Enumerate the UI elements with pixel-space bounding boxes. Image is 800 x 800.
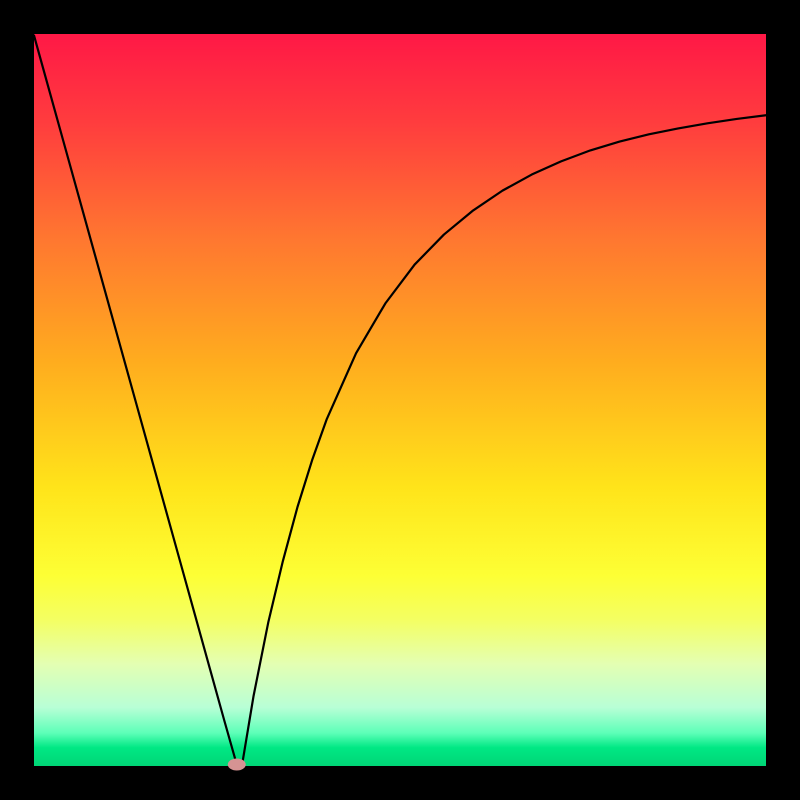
optimal-point-marker bbox=[228, 759, 246, 771]
chart-container: TheBottleneck.com bbox=[0, 0, 800, 800]
plot-background bbox=[34, 34, 766, 766]
bottleneck-chart bbox=[0, 0, 800, 800]
